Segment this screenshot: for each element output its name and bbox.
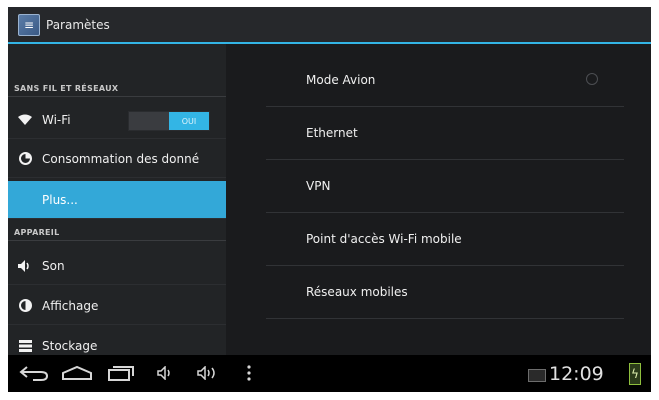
display-icon <box>18 299 32 313</box>
sidebar-item-label: Wi-Fi <box>42 112 71 127</box>
section-divider <box>8 240 226 241</box>
action-bar: ≡ Paramètes <box>8 7 651 44</box>
setting-hotspot[interactable]: Point d'accès Wi-Fi mobile <box>266 213 624 266</box>
section-header-device: APPAREIL <box>14 228 60 237</box>
sidebar-item-display[interactable]: Affichage <box>8 287 226 325</box>
settings-app-icon[interactable]: ≡ <box>18 13 40 36</box>
setting-ethernet[interactable]: Ethernet <box>266 107 624 160</box>
clock[interactable]: 12:09 <box>549 363 604 385</box>
storage-icon <box>18 339 32 353</box>
sound-icon <box>18 259 32 273</box>
airplane-mode-checkbox[interactable] <box>586 73 598 85</box>
setting-label: Ethernet <box>306 126 358 140</box>
setting-vpn[interactable]: VPN <box>266 160 624 213</box>
settings-screen: ≡ Paramètes SANS FIL ET RÉSEAUX Wi-Fi OU… <box>8 7 651 392</box>
setting-label: VPN <box>306 179 331 193</box>
sidebar-item-sound[interactable]: Son <box>8 247 226 285</box>
setting-label: Mode Avion <box>306 73 376 87</box>
setting-airplane-mode[interactable]: Mode Avion <box>266 54 624 107</box>
sidebar-item-label: Plus... <box>42 192 78 207</box>
sidebar-item-wifi[interactable]: Wi-Fi OUI <box>8 101 226 139</box>
setting-label: Réseaux mobiles <box>306 285 408 299</box>
battery-charging-icon[interactable]: ϟ <box>629 363 641 385</box>
sidebar-item-more[interactable]: Plus... <box>8 181 226 219</box>
data-usage-icon <box>18 152 32 166</box>
section-header-wireless: SANS FIL ET RÉSEAUX <box>14 84 119 93</box>
sidebar-item-label: Consommation des donné <box>42 151 200 166</box>
sidebar-item-label: Son <box>42 258 65 273</box>
wifi-icon <box>18 113 32 127</box>
setting-mobile-networks[interactable]: Réseaux mobiles <box>266 266 624 319</box>
home-icon[interactable] <box>60 362 94 384</box>
setting-label: Point d'accès Wi-Fi mobile <box>306 232 462 246</box>
recent-apps-icon[interactable] <box>106 362 136 384</box>
wifi-toggle-on-state: OUI <box>169 112 209 130</box>
menu-icon[interactable] <box>244 362 254 384</box>
volume-up-icon[interactable] <box>196 362 222 384</box>
settings-headers-pane: SANS FIL ET RÉSEAUX Wi-Fi OUI Consommati… <box>8 44 226 365</box>
back-icon[interactable] <box>18 362 50 384</box>
settings-detail-pane: Mode Avion Ethernet VPN Point d'accès Wi… <box>226 44 651 355</box>
section-divider <box>8 96 226 97</box>
sidebar-item-label: Affichage <box>42 298 99 313</box>
system-bar: 12:09 ϟ <box>8 355 651 392</box>
gallery-notification-icon[interactable] <box>528 369 546 382</box>
wifi-toggle[interactable]: OUI <box>128 111 210 131</box>
app-title: Paramètes <box>46 17 110 32</box>
volume-down-icon[interactable] <box>156 362 176 384</box>
sidebar-item-label: Stockage <box>42 338 98 353</box>
sidebar-item-data-usage[interactable]: Consommation des donné <box>8 140 226 178</box>
